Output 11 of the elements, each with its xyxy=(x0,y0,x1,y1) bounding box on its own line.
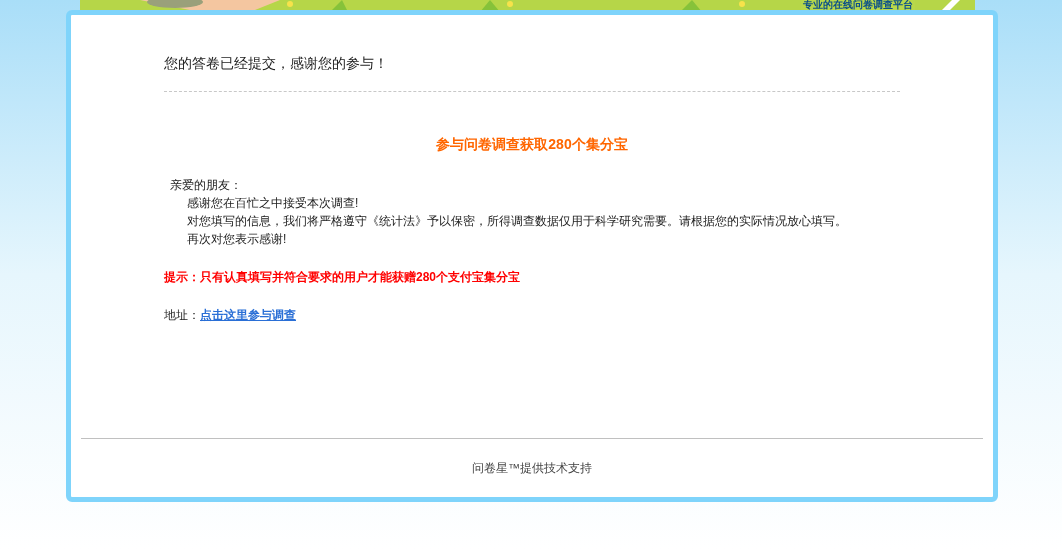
letter-paragraph: 感谢您在百忙之中接受本次调查! xyxy=(187,195,360,212)
greeting: 亲爱的朋友： xyxy=(170,177,243,194)
banner-slogan: 专业的在线问卷调查平台 xyxy=(801,0,915,10)
survey-link[interactable]: 点击这里参与调查 xyxy=(200,306,296,324)
footer-text: 问卷星™提供技术支持 xyxy=(472,460,592,477)
address-label: 地址： xyxy=(164,307,200,324)
tip-text: 提示：只有认真填写并符合要求的用户才能获赠280个支付宝集分宝 xyxy=(164,269,522,286)
submission-notice: 您的答卷已经提交，感谢您的参与！ xyxy=(164,54,389,73)
letter-paragraph: 再次对您表示感谢! xyxy=(187,231,288,248)
survey-headline: 参与问卷调查获取280个集分宝 xyxy=(435,135,629,154)
letter-paragraph: 对您填写的信息，我们将严格遵守《统计法》予以保密，所得调查数据仅用于科学研究需要。请根据您的实际情况放心填写。 xyxy=(187,213,848,230)
